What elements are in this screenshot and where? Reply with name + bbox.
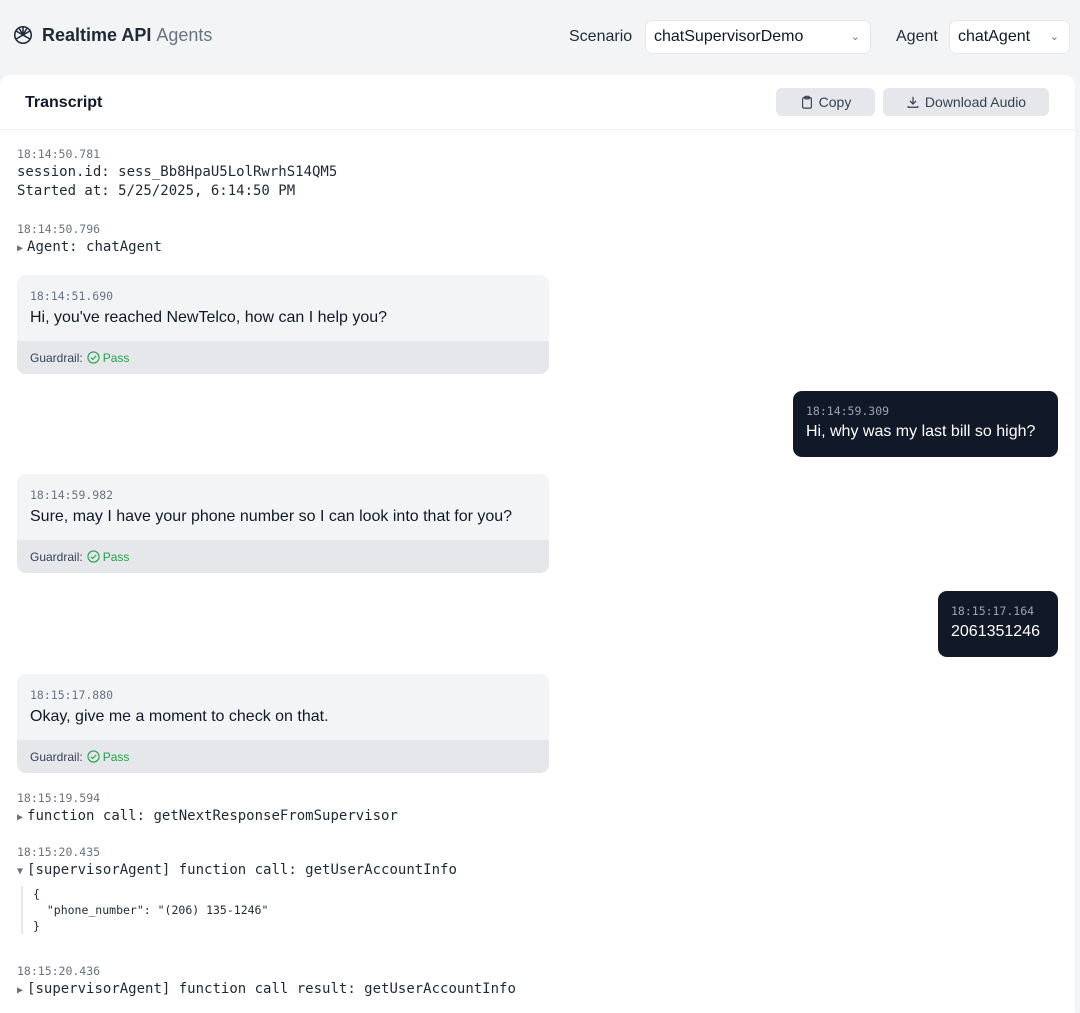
scenario-value: chatSupervisorDemo — [654, 28, 804, 45]
message-timestamp: 18:14:59.309 — [806, 404, 890, 418]
scenario-select[interactable]: chatSupervisorDemo ⌄ — [645, 20, 871, 54]
message-timestamp: 18:15:17.880 — [30, 688, 114, 702]
agent-value: chatAgent — [958, 28, 1031, 45]
guardrail-bar: Guardrail: Pass — [17, 540, 549, 573]
assistant-message: 18:14:59.982 Sure, may I have your phone… — [17, 474, 549, 573]
guardrail-status[interactable]: Pass — [87, 550, 129, 564]
guardrail-bar: Guardrail: Pass — [17, 740, 549, 773]
brand[interactable]: Realtime API Agents — [12, 24, 212, 46]
event-function-call[interactable]: 18:15:19.594 ▶ function call: getNextResp… — [17, 791, 398, 824]
guardrail-label: Guardrail: — [30, 549, 83, 564]
download-icon — [907, 96, 919, 108]
event-function-call-expanded[interactable]: 18:15:20.435 ▼ [supervisorAgent] function… — [17, 845, 457, 934]
expand-triangle-icon: ▶ — [17, 243, 24, 254]
copy-button[interactable]: Copy — [776, 88, 875, 116]
chevron-down-icon: ⌄ — [850, 31, 860, 43]
agent-select[interactable]: chatAgent ⌄ — [949, 20, 1070, 54]
agent-line[interactable]: ▶ Agent: chatAgent — [17, 239, 162, 255]
check-circle-icon — [87, 351, 100, 364]
message-timestamp: 18:15:17.164 — [951, 604, 1035, 618]
function-result-line[interactable]: ▶ [supervisorAgent] function call result:… — [17, 981, 516, 997]
assistant-message: 18:14:51.690 Hi, you've reached NewTelco… — [17, 275, 549, 374]
scenario-label: Scenario — [569, 28, 633, 45]
event-timestamp: 18:15:19.594 — [17, 791, 101, 805]
check-circle-icon — [87, 550, 100, 563]
event-timestamp: 18:14:50.781 — [17, 147, 101, 161]
session-id-line: session.id: sess_Bb8HpaU5LolRwrhS14QM5 — [17, 164, 338, 180]
user-message: 18:15:17.164 2061351246 — [938, 591, 1058, 657]
event-agent[interactable]: 18:14:50.796 ▶ Agent: chatAgent — [17, 222, 162, 255]
function-call-line[interactable]: ▶ function call: getNextResponseFromSuper… — [17, 808, 398, 824]
top-bar: Realtime API Agents Scenario chatSupervi… — [0, 0, 1080, 75]
clipboard-icon — [801, 95, 812, 109]
message-text: Hi, why was my last bill so high? — [806, 423, 1036, 440]
event-timestamp: 18:15:20.435 — [17, 845, 101, 859]
copy-label: Copy — [818, 94, 852, 110]
transcript-title: Transcript — [25, 94, 103, 111]
event-function-result[interactable]: 18:15:20.436 ▶ [supervisorAgent] function… — [17, 964, 516, 997]
openai-logo-icon — [13, 25, 33, 45]
check-circle-icon — [87, 750, 100, 763]
event-timestamp: 18:15:20.436 — [17, 964, 101, 978]
collapse-triangle-icon: ▼ — [17, 866, 24, 877]
function-call-line[interactable]: ▼ [supervisorAgent] function call: getUse… — [17, 862, 457, 878]
message-timestamp: 18:14:51.690 — [30, 289, 114, 303]
message-text: Sure, may I have your phone number so I … — [30, 508, 513, 525]
guardrail-bar: Guardrail: Pass — [17, 341, 549, 374]
expand-triangle-icon: ▶ — [17, 812, 24, 823]
download-audio-label: Download Audio — [924, 94, 1027, 110]
function-args-json: { "phone_number": "(206) 135-1246" } — [21, 886, 457, 934]
download-audio-button[interactable]: Download Audio — [883, 88, 1049, 116]
user-message: 18:14:59.309 Hi, why was my last bill so… — [793, 391, 1058, 457]
guardrail-label: Guardrail: — [30, 350, 83, 365]
session-started-line: Started at: 5/25/2025, 6:14:50 PM — [17, 183, 296, 199]
chevron-down-icon: ⌄ — [1049, 31, 1059, 43]
message-timestamp: 18:14:59.982 — [30, 488, 114, 502]
message-text: Okay, give me a moment to check on that. — [30, 708, 329, 725]
assistant-message: 18:15:17.880 Okay, give me a moment to c… — [17, 674, 549, 773]
message-text: Hi, you've reached NewTelco, how can I h… — [30, 309, 388, 326]
message-text: 2061351246 — [951, 623, 1040, 640]
expand-triangle-icon: ▶ — [17, 985, 24, 996]
event-timestamp: 18:14:50.796 — [17, 222, 101, 236]
brand-title: Realtime API — [42, 24, 152, 45]
brand-subtitle: Agents — [156, 24, 213, 45]
guardrail-status[interactable]: Pass — [87, 750, 129, 764]
guardrail-status[interactable]: Pass — [87, 351, 129, 365]
guardrail-label: Guardrail: — [30, 749, 83, 764]
transcript-header: Transcript Copy Download Audio — [0, 75, 1075, 130]
event-session: 18:14:50.781 session.id: sess_Bb8HpaU5Lo… — [17, 147, 337, 199]
agent-label: Agent — [896, 28, 938, 45]
